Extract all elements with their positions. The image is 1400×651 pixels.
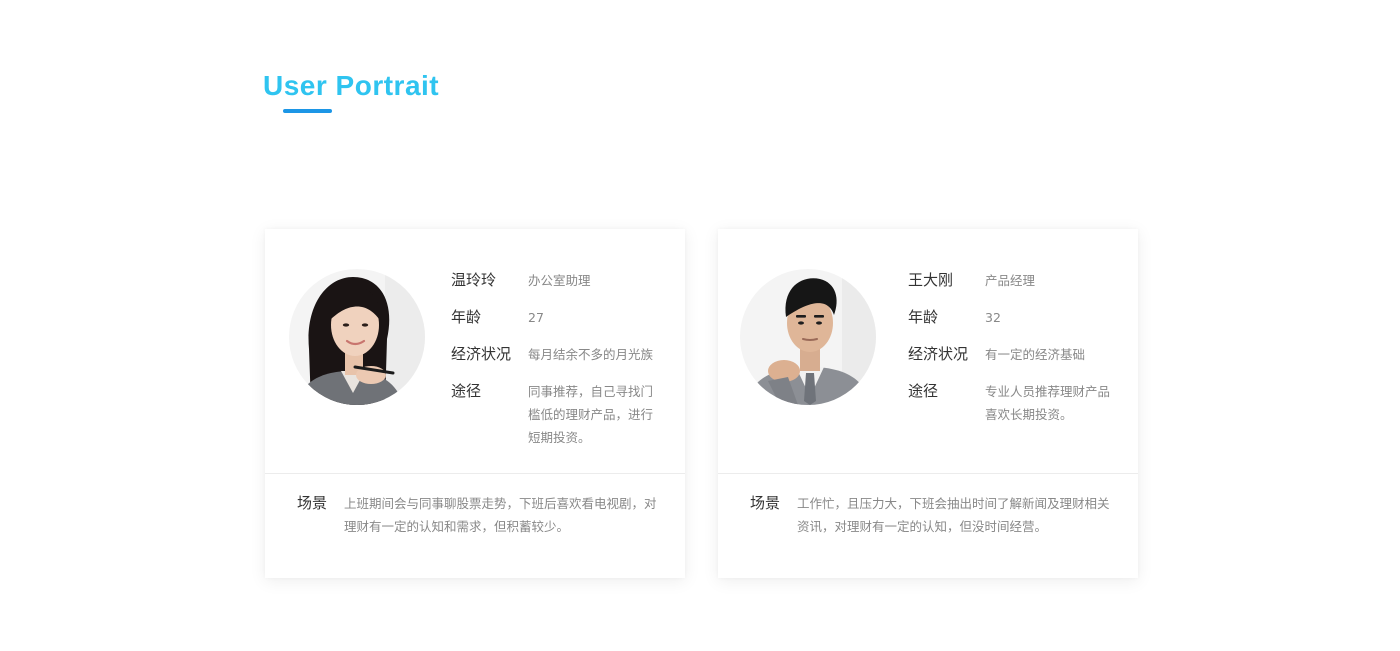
persona-name: 王大刚 bbox=[908, 271, 954, 289]
channel-label: 途径 bbox=[451, 382, 482, 400]
persona-card: 王大刚 产品经理 年龄 32 经济状况 有一定的经济基础 途径 专业人员推荐理财… bbox=[718, 229, 1138, 578]
scene-text: 上班期间会与同事聊股票走势，下班后喜欢看电视剧，对理财有一定的认知和需求，但积蓄… bbox=[344, 496, 657, 534]
card-divider bbox=[265, 473, 685, 474]
info-row-age: 年龄 27 bbox=[451, 305, 681, 330]
age-label: 年龄 bbox=[908, 308, 939, 326]
persona-card: 温玲玲 办公室助理 年龄 27 经济状况 每月结余不多的月光族 途径 同事推荐，… bbox=[265, 229, 685, 578]
scene-label: 场景 bbox=[750, 494, 781, 512]
info-row-name: 王大刚 产品经理 bbox=[908, 268, 1138, 293]
woman-portrait-icon bbox=[289, 269, 425, 405]
avatar bbox=[289, 269, 425, 405]
channel-label: 途径 bbox=[908, 382, 939, 400]
info-row-name: 温玲玲 办公室助理 bbox=[451, 268, 681, 293]
info-row-channel: 途径 同事推荐，自己寻找门槛低的理财产品，进行短期投资。 bbox=[451, 379, 681, 449]
scene-text: 工作忙，且压力大，下班会抽出时间了解新闻及理财相关资讯，对理财有一定的认知，但没… bbox=[797, 496, 1110, 534]
persona-info: 王大刚 产品经理 年龄 32 经济状况 有一定的经济基础 途径 专业人员推荐理财… bbox=[908, 268, 1138, 438]
man-portrait-icon bbox=[740, 269, 876, 405]
finance-label: 经济状况 bbox=[451, 345, 512, 363]
info-row-channel: 途径 专业人员推荐理财产品喜欢长期投资。 bbox=[908, 379, 1138, 426]
section-title: User Portrait bbox=[263, 70, 440, 101]
finance-label: 经济状况 bbox=[908, 345, 969, 363]
scene-row: 场景 上班期间会与同事聊股票走势，下班后喜欢看电视剧，对理财有一定的认知和需求，… bbox=[297, 491, 657, 538]
avatar bbox=[740, 269, 876, 405]
age-value: 32 bbox=[985, 310, 1001, 325]
age-label: 年龄 bbox=[451, 308, 482, 326]
info-row-finance: 经济状况 有一定的经济基础 bbox=[908, 342, 1138, 367]
persona-info: 温玲玲 办公室助理 年龄 27 经济状况 每月结余不多的月光族 途径 同事推荐，… bbox=[451, 268, 681, 461]
age-value: 27 bbox=[528, 310, 544, 325]
info-row-age: 年龄 32 bbox=[908, 305, 1138, 330]
scene-row: 场景 工作忙，且压力大，下班会抽出时间了解新闻及理财相关资讯，对理财有一定的认知… bbox=[750, 491, 1112, 538]
page: User Portrait 温玲玲 办公室助理 年龄 27 经济状况 每月结余不… bbox=[0, 0, 1400, 651]
channel-value: 专业人员推荐理财产品喜欢长期投资。 bbox=[985, 384, 1111, 422]
persona-occupation: 办公室助理 bbox=[528, 273, 591, 288]
persona-name: 温玲玲 bbox=[451, 271, 497, 289]
info-row-finance: 经济状况 每月结余不多的月光族 bbox=[451, 342, 681, 367]
persona-occupation: 产品经理 bbox=[985, 273, 1036, 288]
finance-value: 每月结余不多的月光族 bbox=[528, 347, 654, 362]
title-underline bbox=[283, 109, 332, 113]
scene-label: 场景 bbox=[297, 494, 328, 512]
channel-value: 同事推荐，自己寻找门槛低的理财产品，进行短期投资。 bbox=[528, 384, 654, 445]
card-divider bbox=[718, 473, 1138, 474]
finance-value: 有一定的经济基础 bbox=[985, 347, 1086, 362]
